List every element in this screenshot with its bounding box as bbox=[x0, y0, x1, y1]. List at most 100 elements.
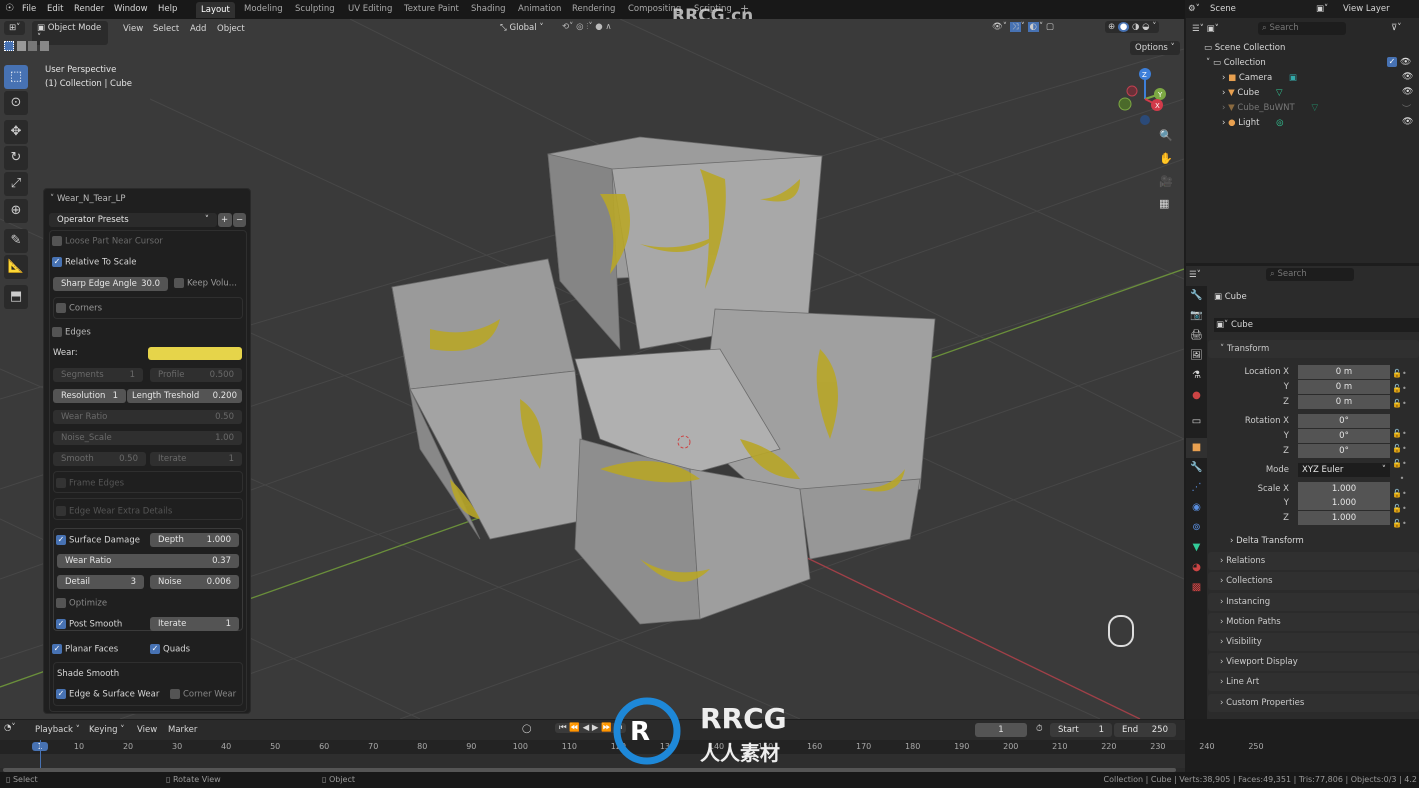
keep-volume-checkbox[interactable]: Keep Volu... bbox=[174, 278, 237, 289]
resolution-field[interactable]: Resolution 1 bbox=[53, 389, 126, 403]
tab-layout[interactable]: Layout bbox=[196, 2, 235, 18]
menu-view[interactable]: View bbox=[123, 24, 143, 34]
menu-help[interactable]: Help bbox=[158, 4, 177, 14]
corners-checkbox[interactable]: Corners bbox=[56, 303, 102, 314]
timeline-editor-icon[interactable]: ◔˅ bbox=[4, 723, 16, 733]
constraints-tab-icon[interactable]: ⊚ bbox=[1186, 518, 1207, 538]
edge-wear-extra-checkbox[interactable]: Edge Wear Extra Details bbox=[56, 506, 172, 517]
particles-tab-icon[interactable]: ⋰ bbox=[1186, 478, 1207, 498]
detail-field[interactable]: Detail 3 bbox=[57, 575, 144, 589]
location-x-field[interactable]: 0 m bbox=[1298, 365, 1390, 379]
menu-add[interactable]: Add bbox=[190, 24, 206, 34]
menu-file[interactable]: File bbox=[22, 4, 36, 14]
frame-ruler[interactable]: 1102030405060708090100110120130140150160… bbox=[0, 740, 1264, 754]
properties-search[interactable]: ⌕ Search bbox=[1266, 268, 1354, 281]
menu-object[interactable]: Object bbox=[217, 24, 245, 34]
eye-icon[interactable]: 👁 bbox=[1402, 72, 1413, 82]
cursor-tool-icon[interactable]: ⊙ bbox=[4, 91, 28, 115]
instancing-header[interactable]: › Instancing bbox=[1208, 593, 1419, 611]
start-frame-field[interactable]: Start 1 bbox=[1050, 723, 1112, 737]
scale-y-field[interactable]: 1.000 bbox=[1298, 496, 1390, 510]
surface-damage-checkbox[interactable]: ✓ Surface Damage bbox=[56, 535, 140, 546]
scene-icon[interactable]: ⚙˅ bbox=[1188, 4, 1200, 14]
eye-closed-icon[interactable]: ︶ bbox=[1402, 102, 1411, 115]
tab-modeling[interactable]: Modeling bbox=[244, 4, 283, 14]
transform-tool-icon[interactable]: ⊕ bbox=[4, 199, 28, 223]
material-tab-icon[interactable]: ◕ bbox=[1186, 558, 1207, 578]
tab-uv-editing[interactable]: UV Editing bbox=[348, 4, 392, 14]
noise-scale-field[interactable]: Noise_Scale 1.00 bbox=[53, 431, 242, 445]
collection-visibility[interactable]: ✓ 👁 bbox=[1387, 57, 1411, 68]
relative-scale-checkbox[interactable]: ✓ Relative To Scale bbox=[52, 257, 137, 268]
modifier-tab-icon[interactable]: 🔧 bbox=[1186, 458, 1207, 478]
outliner-search[interactable]: ⌕ Search bbox=[1258, 22, 1346, 35]
view-layer-tab-icon[interactable]: 🖼 bbox=[1186, 346, 1207, 366]
snap-pivot-icons[interactable]: ⟲˅ ◎ ⫶˅ ● ∧ bbox=[562, 22, 612, 32]
outliner-item-cube-buwnt[interactable]: › ▼ Cube_BuWNT ▽ bbox=[1222, 103, 1318, 113]
sd-wear-ratio-field[interactable]: Wear Ratio 0.37 bbox=[57, 554, 239, 568]
lock-icons[interactable]: 🔓• 🔓• 🔓• 🔓• 🔓• 🔓• • 🔓• 🔓• 🔓• bbox=[1392, 366, 1407, 531]
tool-tab-icon[interactable]: 🔧 bbox=[1186, 286, 1207, 306]
object-datablock-field[interactable]: ▣˅ Cube bbox=[1214, 318, 1419, 332]
options-dropdown[interactable]: Options ˅ bbox=[1130, 41, 1180, 55]
scene-collection-row[interactable]: ▭ Scene Collection bbox=[1204, 43, 1285, 53]
end-frame-field[interactable]: End 250 bbox=[1114, 723, 1176, 737]
edges-checkbox[interactable]: Edges bbox=[52, 327, 91, 338]
tab-animation[interactable]: Animation bbox=[518, 4, 561, 14]
orientation-dropdown[interactable]: ⤡ Global ˅ bbox=[500, 23, 544, 33]
planar-faces-checkbox[interactable]: ✓ Planar Faces bbox=[52, 644, 118, 655]
tab-rendering[interactable]: Rendering bbox=[572, 4, 615, 14]
outliner-item-cube[interactable]: › ▼ Cube ▽ bbox=[1222, 88, 1283, 98]
loose-part-checkbox[interactable]: Loose Part Near Cursor bbox=[52, 236, 163, 247]
scene-tab-icon[interactable]: ⚗ bbox=[1186, 366, 1207, 386]
menu-select[interactable]: Select bbox=[153, 24, 179, 34]
relations-header[interactable]: › Relations bbox=[1208, 552, 1419, 570]
select-mode-buttons[interactable] bbox=[4, 41, 59, 53]
marker-menu[interactable]: Marker bbox=[168, 725, 197, 735]
tab-sculpting[interactable]: Sculpting bbox=[295, 4, 335, 14]
wear-color-swatch[interactable] bbox=[148, 347, 242, 360]
timeline-view-menu[interactable]: View bbox=[137, 725, 157, 735]
custom-properties-header[interactable]: › Custom Properties bbox=[1208, 694, 1419, 712]
outliner-item-camera[interactable]: › ■ Camera ▣ bbox=[1222, 73, 1297, 83]
navigation-gizmo[interactable]: Z Y X bbox=[1115, 67, 1175, 127]
iterate-field[interactable]: Iterate 1 bbox=[150, 452, 242, 466]
edge-surface-wear-checkbox[interactable]: ✓ Edge & Surface Wear bbox=[56, 689, 159, 700]
location-z-field[interactable]: 0 m bbox=[1298, 395, 1390, 409]
post-smooth-checkbox[interactable]: ✓ Post Smooth bbox=[56, 619, 122, 630]
render-tab-icon[interactable]: 📷 bbox=[1186, 306, 1207, 326]
sharp-edge-angle-field[interactable]: Sharp Edge Angle 30.0 bbox=[53, 277, 168, 291]
collection-tab-icon[interactable]: ▭ bbox=[1186, 412, 1207, 432]
physics-tab-icon[interactable]: ◉ bbox=[1186, 498, 1207, 518]
noise-field[interactable]: Noise 0.006 bbox=[150, 575, 239, 589]
menu-render[interactable]: Render bbox=[74, 4, 104, 14]
camera-view-icon[interactable]: 🎥 bbox=[1159, 175, 1173, 188]
delta-transform-header[interactable]: › Delta Transform bbox=[1230, 536, 1304, 546]
view-layer-selector[interactable]: View Layer bbox=[1343, 4, 1390, 14]
keying-menu[interactable]: Keying ˅ bbox=[89, 725, 125, 735]
motion-paths-header[interactable]: › Motion Paths bbox=[1208, 613, 1419, 631]
operator-presets-dropdown[interactable]: Operator Presets ˅ bbox=[49, 213, 217, 227]
editor-type-button[interactable]: ⊞˅ bbox=[4, 21, 26, 35]
data-tab-icon[interactable]: ▼ bbox=[1186, 538, 1207, 558]
smooth-field[interactable]: Smooth 0.50 bbox=[53, 452, 146, 466]
collections-header[interactable]: › Collections bbox=[1208, 572, 1419, 590]
display-mode-icon[interactable]: ☰˅ ▣˅ bbox=[1192, 24, 1219, 34]
eye-icon[interactable]: 👁 bbox=[1402, 87, 1413, 97]
length-threshold-field[interactable]: Length Treshold 0.200 bbox=[127, 389, 242, 403]
scale-x-field[interactable]: 1.000 bbox=[1298, 482, 1390, 496]
tab-shading[interactable]: Shading bbox=[471, 4, 506, 14]
shading-mode-buttons[interactable]: ⊕ ● ◑ ◒ ˅ bbox=[1105, 21, 1160, 33]
add-cube-tool-icon[interactable]: ⬒ bbox=[4, 285, 28, 309]
wear-ratio-field[interactable]: Wear Ratio 0.50 bbox=[53, 410, 242, 424]
move-tool-icon[interactable]: ✥ bbox=[4, 120, 28, 144]
rotation-z-field[interactable]: 0° bbox=[1298, 444, 1390, 458]
depth-field[interactable]: Depth 1.000 bbox=[150, 533, 239, 547]
profile-field[interactable]: Profile 0.500 bbox=[150, 368, 242, 382]
object-tab-icon[interactable]: ■ bbox=[1186, 438, 1207, 458]
viewport-display-header[interactable]: › Viewport Display bbox=[1208, 653, 1419, 671]
stopwatch-icon[interactable]: ⏱ bbox=[1036, 724, 1043, 734]
add-preset-button[interactable]: + bbox=[218, 213, 232, 227]
blender-logo-icon[interactable]: ☉ bbox=[5, 3, 14, 14]
timeline-tracks[interactable] bbox=[0, 754, 1185, 768]
